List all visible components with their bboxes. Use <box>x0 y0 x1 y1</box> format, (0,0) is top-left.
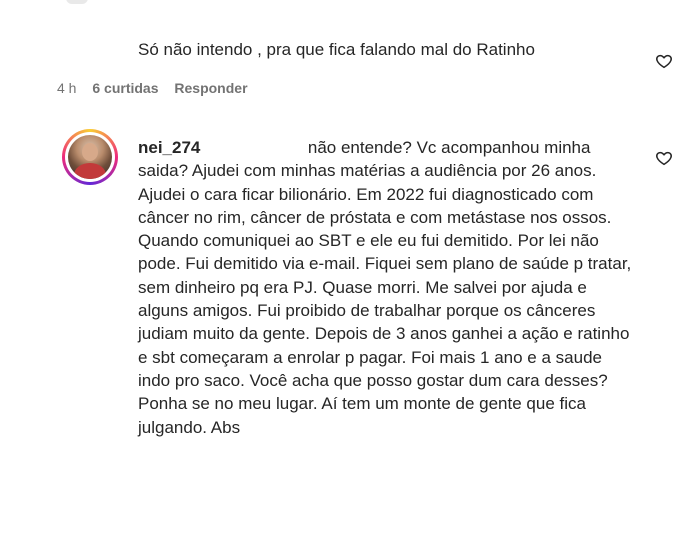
redacted-area <box>205 140 304 154</box>
heart-icon[interactable] <box>655 149 673 167</box>
comment-username[interactable]: nei_274 <box>138 138 200 157</box>
reply-likes-count[interactable]: 6 curtidas <box>92 80 158 96</box>
avatar-shirt-shape <box>74 163 106 179</box>
avatar-photo <box>68 135 112 179</box>
avatar-border <box>65 132 115 182</box>
heart-icon[interactable] <box>655 52 673 70</box>
comment-body: nei_274 não entende? Vc acompanhou minha… <box>138 136 638 439</box>
reply-time: 4 h <box>57 80 77 96</box>
previous-comment-edge <box>66 0 88 4</box>
avatar[interactable] <box>62 129 118 185</box>
comment-text: não entende? Vc acompanhou minha saida? … <box>138 138 632 437</box>
reply-meta: 4 h 6 curtidas Responder <box>57 80 260 96</box>
reply-button[interactable]: Responder <box>174 80 247 96</box>
reply-comment-text: Só não intendo , pra que fica falando ma… <box>138 40 535 59</box>
avatar-head-shape <box>82 143 98 161</box>
